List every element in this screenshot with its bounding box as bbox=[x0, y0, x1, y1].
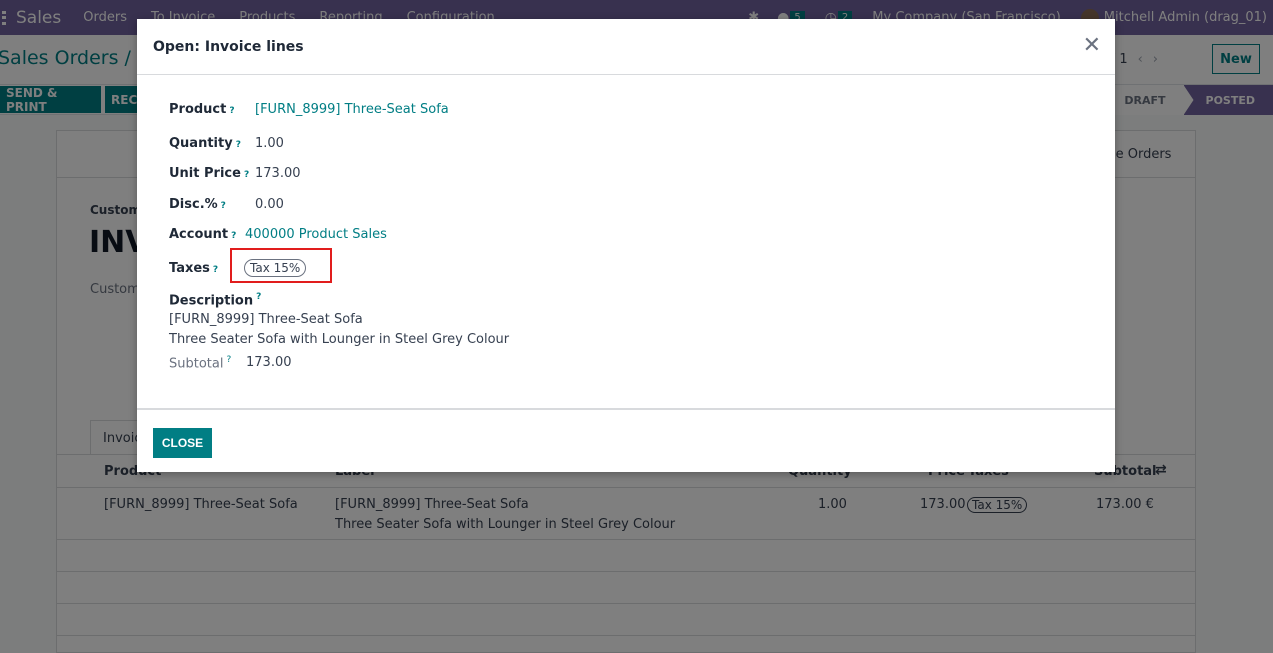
description-line2: Three Seater Sofa with Lounger in Steel … bbox=[169, 332, 510, 347]
taxes-label: Taxes bbox=[169, 261, 210, 276]
unit-price-value: 173.00 bbox=[255, 166, 301, 181]
taxes-field: Taxes? bbox=[169, 261, 218, 276]
unit-price-label: Unit Price bbox=[169, 166, 241, 181]
tax-badge: Tax 15% bbox=[244, 259, 307, 277]
dialog-title: Open: Invoice lines bbox=[153, 39, 304, 55]
subtotal-label: Subtotal bbox=[169, 356, 224, 372]
help-icon[interactable]: ? bbox=[231, 231, 236, 241]
product-value-link[interactable]: [FURN_8999] Three-Seat Sofa bbox=[255, 102, 449, 117]
unit-price-field: Unit Price? 173.00 bbox=[169, 166, 301, 181]
help-icon[interactable]: ? bbox=[213, 265, 218, 275]
discount-label: Disc.% bbox=[169, 197, 218, 212]
help-icon[interactable]: ? bbox=[226, 355, 231, 365]
product-label: Product bbox=[169, 102, 227, 117]
quantity-label: Quantity bbox=[169, 136, 233, 151]
account-label: Account bbox=[169, 227, 229, 242]
account-value-link[interactable]: 400000 Product Sales bbox=[245, 227, 387, 242]
quantity-value: 1.00 bbox=[255, 136, 284, 151]
subtotal-value: 173.00 bbox=[246, 355, 292, 370]
help-icon[interactable]: ? bbox=[221, 201, 226, 211]
dialog-header: Open: Invoice lines ✕ bbox=[137, 19, 1115, 75]
help-icon[interactable]: ? bbox=[236, 140, 241, 150]
quantity-field: Quantity? 1.00 bbox=[169, 136, 284, 151]
close-icon[interactable]: ✕ bbox=[1083, 35, 1101, 57]
discount-field: Disc.%? 0.00 bbox=[169, 197, 284, 212]
product-field: Product? [FURN_8999] Three-Seat Sofa bbox=[169, 102, 449, 117]
discount-value: 0.00 bbox=[255, 197, 284, 212]
help-icon[interactable]: ? bbox=[229, 106, 234, 116]
close-button[interactable]: CLOSE bbox=[153, 428, 212, 458]
description-line1: [FURN_8999] Three-Seat Sofa bbox=[169, 312, 363, 327]
description-field: Description? bbox=[169, 292, 261, 308]
help-icon[interactable]: ? bbox=[256, 292, 261, 302]
description-label: Description bbox=[169, 293, 254, 309]
account-field: Account? 400000 Product Sales bbox=[169, 227, 387, 242]
subtotal-field: Subtotal? bbox=[169, 355, 231, 371]
help-icon[interactable]: ? bbox=[244, 170, 249, 180]
invoice-line-dialog: Open: Invoice lines ✕ Product? [FURN_899… bbox=[137, 19, 1115, 472]
dialog-footer: CLOSE bbox=[137, 408, 1115, 472]
